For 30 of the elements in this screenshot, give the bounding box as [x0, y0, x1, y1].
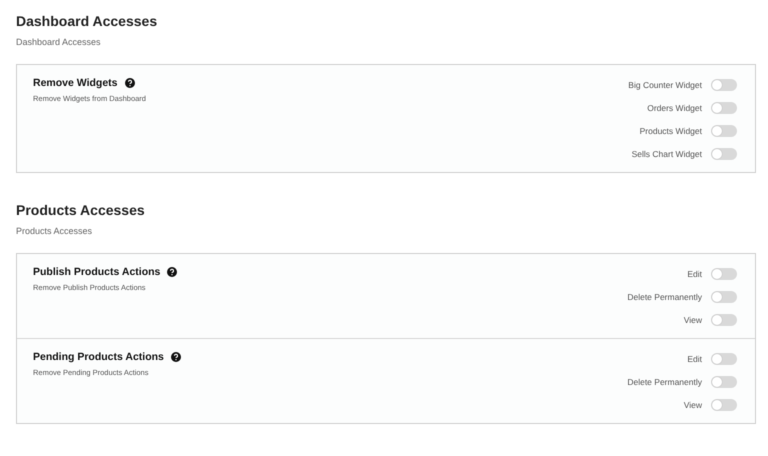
option-label: Delete Permanently [627, 292, 702, 302]
option-label: View [684, 314, 702, 324]
option-label: Products Widget [640, 126, 702, 136]
group-title: Remove Widgets [33, 77, 118, 89]
toggle-switch[interactable] [711, 148, 737, 160]
help-icon[interactable] [124, 78, 135, 88]
toggle-switch[interactable] [711, 352, 737, 364]
toggle-switch[interactable] [711, 102, 737, 114]
section-title: Dashboard Accesses [16, 12, 158, 30]
group-title: Publish Products Actions [33, 266, 160, 278]
toggle-switch[interactable] [711, 376, 737, 388]
section-subtitle: Dashboard Accesses [16, 36, 102, 48]
toggle-switch[interactable] [711, 314, 737, 326]
help-icon[interactable] [167, 267, 178, 277]
option-label: Delete Permanently [627, 376, 702, 386]
toggle-switch[interactable] [711, 124, 737, 136]
toggle-switch[interactable] [711, 268, 737, 280]
option-label: Orders Widget [647, 102, 702, 112]
option-label: Big Counter Widget [628, 80, 702, 90]
option-label: View [684, 400, 702, 410]
toggle-switch[interactable] [711, 78, 737, 90]
section-subtitle: Products Accesses [16, 225, 94, 237]
option-label: Edit [687, 268, 702, 278]
toggle-switch[interactable] [711, 290, 737, 302]
option-label: Sells Chart Widget [632, 148, 702, 158]
help-icon[interactable] [170, 352, 181, 362]
option-label: Edit [687, 354, 702, 364]
group-title: Pending Products Actions [33, 351, 164, 363]
section-title: Products Accesses [16, 201, 146, 219]
toggle-switch[interactable] [711, 398, 737, 410]
